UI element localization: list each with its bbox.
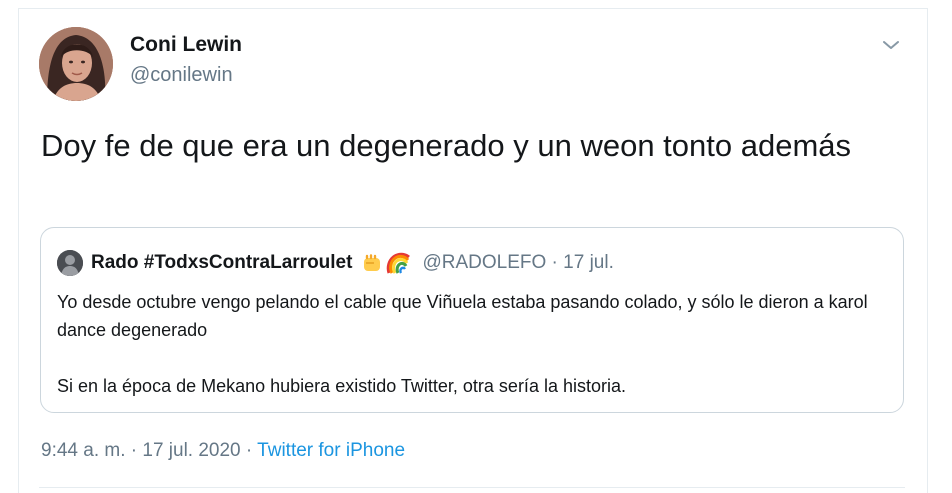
- quoted-paragraph: Yo desde octubre vengo pelando el cable …: [57, 292, 868, 340]
- tweet-source-link[interactable]: Twitter for iPhone: [257, 440, 405, 461]
- tweet-text: Doy fe de que era un degenerado y un weo…: [41, 128, 852, 163]
- quoted-author-emojis: [360, 251, 412, 275]
- chevron-down-icon[interactable]: [879, 33, 903, 57]
- rainbow-icon: [387, 252, 411, 274]
- tweet-card: Coni Lewin @conilewin Doy fe de que era …: [18, 8, 928, 493]
- quoted-tweet-text: Yo desde octubre vengo pelando el cable …: [57, 288, 893, 400]
- quoted-tweet[interactable]: Rado #TodxsContraLarroulet @RADOLEFO · 1…: [40, 227, 904, 413]
- quoted-author-name[interactable]: Rado #TodxsContraLarroulet: [91, 252, 352, 274]
- divider: [39, 487, 905, 488]
- tweet-timestamp[interactable]: 9:44 a. m. · 17 jul. 2020 ·: [41, 440, 257, 461]
- fist-icon: [364, 254, 381, 271]
- quoted-handle-date[interactable]: @RADOLEFO · 17 jul.: [422, 252, 613, 274]
- quoted-avatar[interactable]: [57, 250, 83, 276]
- avatar-image: [39, 27, 113, 101]
- quoted-paragraph: Si en la época de Mekano hubiera existid…: [57, 376, 626, 396]
- quoted-tweet-header: Rado #TodxsContraLarroulet @RADOLEFO · 1…: [57, 248, 614, 278]
- tweet-footer: 9:44 a. m. · 17 jul. 2020 · Twitter for …: [41, 440, 405, 462]
- author-name[interactable]: Coni Lewin: [130, 33, 242, 57]
- avatar[interactable]: [39, 27, 113, 101]
- author-handle[interactable]: @conilewin: [130, 64, 233, 87]
